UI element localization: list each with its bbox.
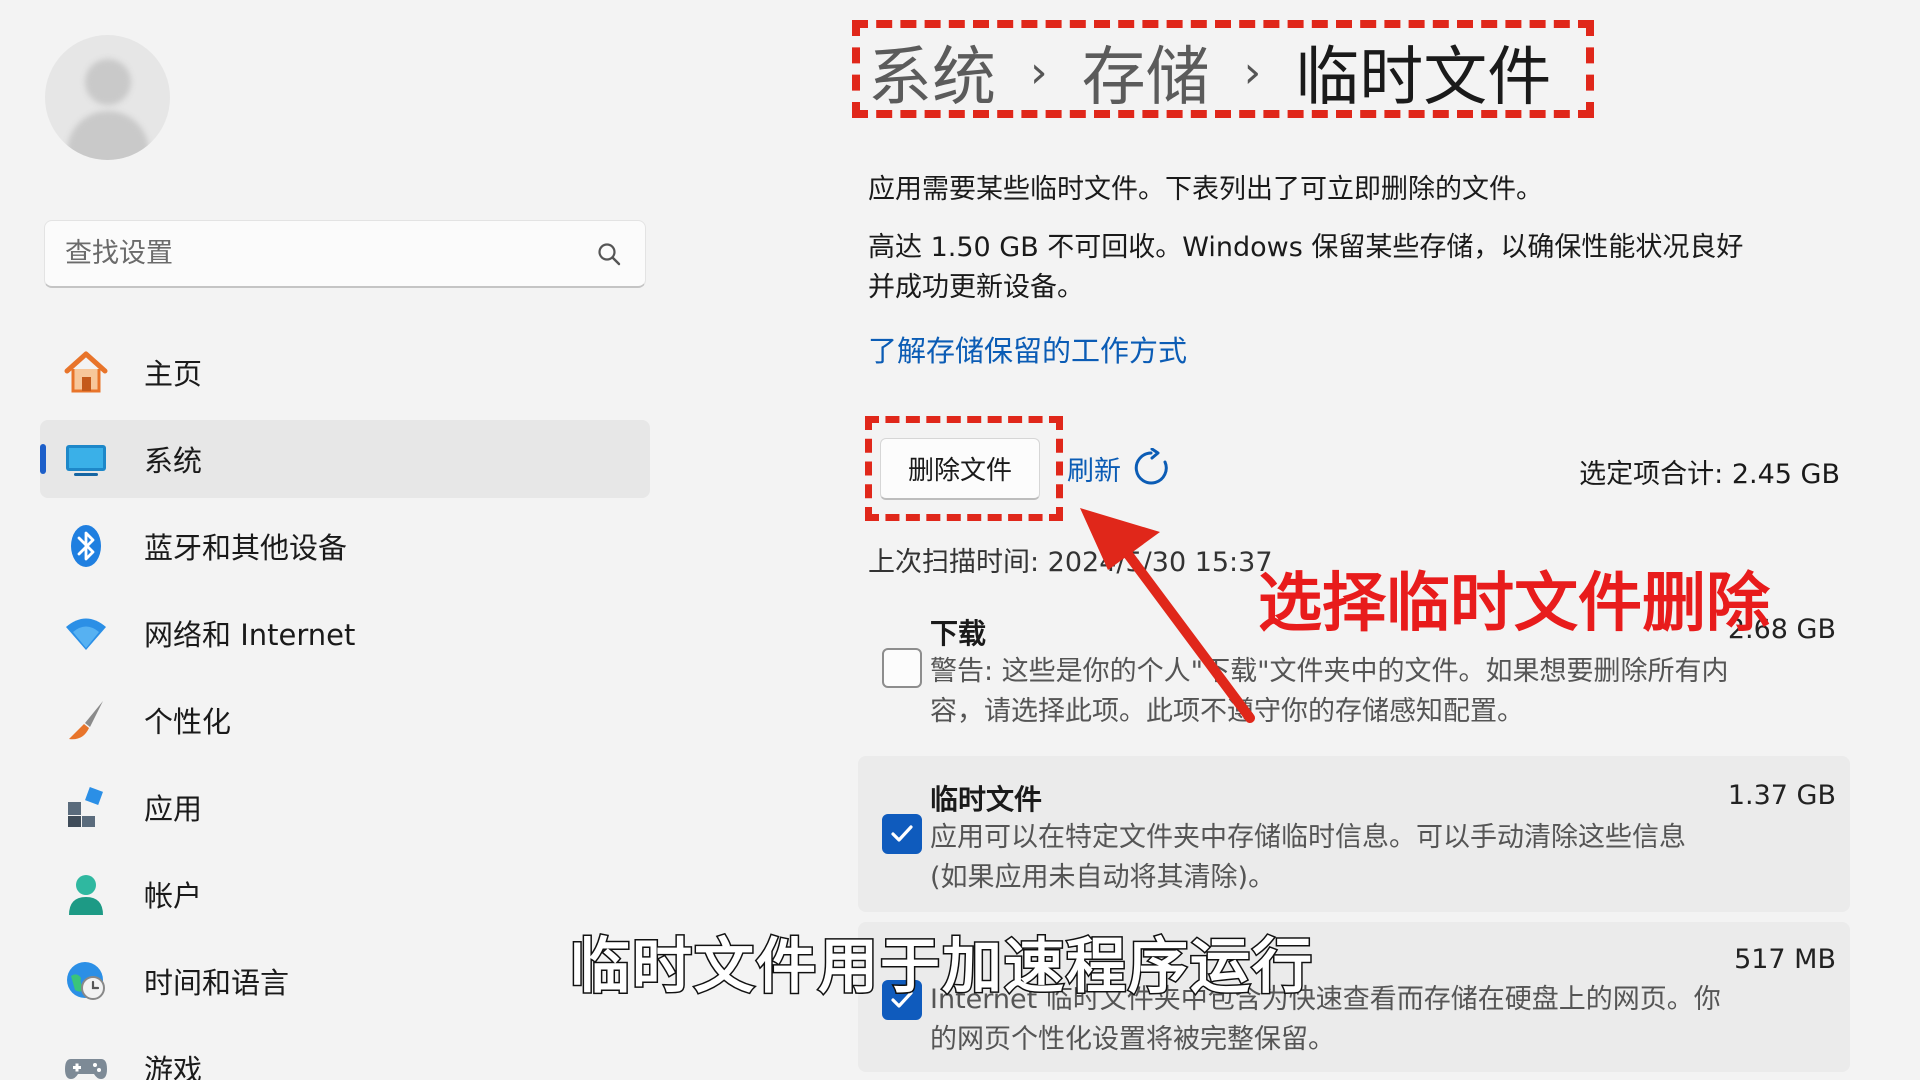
search-icon[interactable] <box>593 238 625 270</box>
intro-text: 应用需要某些临时文件。下表列出了可立即删除的文件。 <box>868 174 1543 205</box>
downloads-checkbox[interactable] <box>882 648 922 688</box>
sidebar-item-label: 蓝牙和其他设备 <box>144 531 348 565</box>
sidebar-item-network[interactable]: 网络和 Internet <box>40 594 650 672</box>
wifi-icon <box>62 609 110 657</box>
sidebar-item-label: 个性化 <box>144 705 232 739</box>
avatar-head-shape <box>85 59 131 105</box>
item-desc-line1: 应用可以在特定文件夹中存储临时信息。可以手动清除这些信息 <box>930 822 1686 853</box>
list-item-temp-files[interactable]: 临时文件 1.37 GB 应用可以在特定文件夹中存储临时信息。可以手动清除这些信… <box>858 756 1850 912</box>
delete-files-button[interactable]: 删除文件 <box>880 438 1040 500</box>
last-scan-time: 上次扫描时间: 2024/5/30 15:37 <box>868 547 1273 578</box>
item-desc-line2: 的网页个性化设置将被完整保留。 <box>930 1024 1335 1055</box>
sidebar-item-label: 主页 <box>144 357 203 391</box>
sidebar-item-label: 帐户 <box>144 879 203 913</box>
sidebar-item-bluetooth[interactable]: 蓝牙和其他设备 <box>40 507 650 585</box>
sidebar-item-system[interactable]: 系统 <box>40 420 650 498</box>
sidebar-item-personalization[interactable]: 个性化 <box>40 681 650 759</box>
selected-total: 选定项合计: 2.45 GB <box>1579 459 1840 490</box>
refresh-icon <box>1134 448 1168 485</box>
temp-files-checkbox[interactable] <box>882 814 922 854</box>
sidebar-item-label: 时间和语言 <box>144 966 290 1000</box>
item-desc-line1: 警告: 这些是你的个人"下载"文件夹中的文件。如果想要删除所有内 <box>930 656 1729 687</box>
item-title: 临时文件 <box>930 783 1043 816</box>
system-display-icon <box>62 435 110 483</box>
refresh-button[interactable]: 刷新 <box>1067 448 1171 488</box>
avatar[interactable] <box>45 35 170 160</box>
search-input[interactable] <box>65 238 593 269</box>
item-title: 下载 <box>930 617 987 650</box>
paintbrush-icon <box>62 696 110 744</box>
gamepad-icon <box>62 1044 110 1080</box>
screen: 主页 系统 蓝牙和 <box>0 0 1920 1080</box>
annotation-text: 选择临时文件删除 <box>1258 567 1770 641</box>
avatar-body-shape <box>67 111 149 160</box>
globe-clock-icon <box>62 957 110 1005</box>
item-size: 517 MB <box>1734 944 1836 975</box>
apps-icon <box>62 783 110 831</box>
sidebar-item-time-language[interactable]: 时间和语言 <box>40 942 650 1020</box>
sidebar-item-apps[interactable]: 应用 <box>40 768 650 846</box>
item-desc-line2: 容，请选择此项。此项不遵守你的存储感知配置。 <box>930 696 1524 727</box>
item-desc-line2: (如果应用未自动将其清除)。 <box>930 862 1276 893</box>
refresh-label: 刷新 <box>1067 455 1121 487</box>
sidebar-item-label: 系统 <box>144 444 203 478</box>
nav-list: 主页 系统 蓝牙和其他设备 网络和 Internet 个性化 应用 帐户 时间和… <box>40 333 650 1080</box>
reserved-text-line2: 并成功更新设备。 <box>868 272 1084 303</box>
learn-storage-reserve-link[interactable]: 了解存储保留的工作方式 <box>868 328 1187 370</box>
item-size: 1.37 GB <box>1727 780 1836 811</box>
bluetooth-icon <box>62 522 110 570</box>
home-icon <box>62 348 110 396</box>
reserved-text-line1: 高达 1.50 GB 不可回收。Windows 保留某些存储，以确保性能状况良好 <box>868 232 1744 263</box>
search-box[interactable] <box>44 220 646 288</box>
sidebar-item-label: 网络和 Internet <box>144 618 356 652</box>
sidebar-item-home[interactable]: 主页 <box>40 333 650 411</box>
sidebar-item-label: 应用 <box>144 792 203 826</box>
account-icon <box>62 870 110 918</box>
video-subtitle: 临时文件用于加速程序运行 <box>569 931 1314 1004</box>
sidebar-item-label: 游戏 <box>144 1053 203 1080</box>
annotation-title-box <box>852 20 1594 118</box>
sidebar-item-gaming[interactable]: 游戏 <box>40 1029 650 1080</box>
checkmark-icon <box>891 825 913 842</box>
sidebar-item-accounts[interactable]: 帐户 <box>40 855 650 933</box>
